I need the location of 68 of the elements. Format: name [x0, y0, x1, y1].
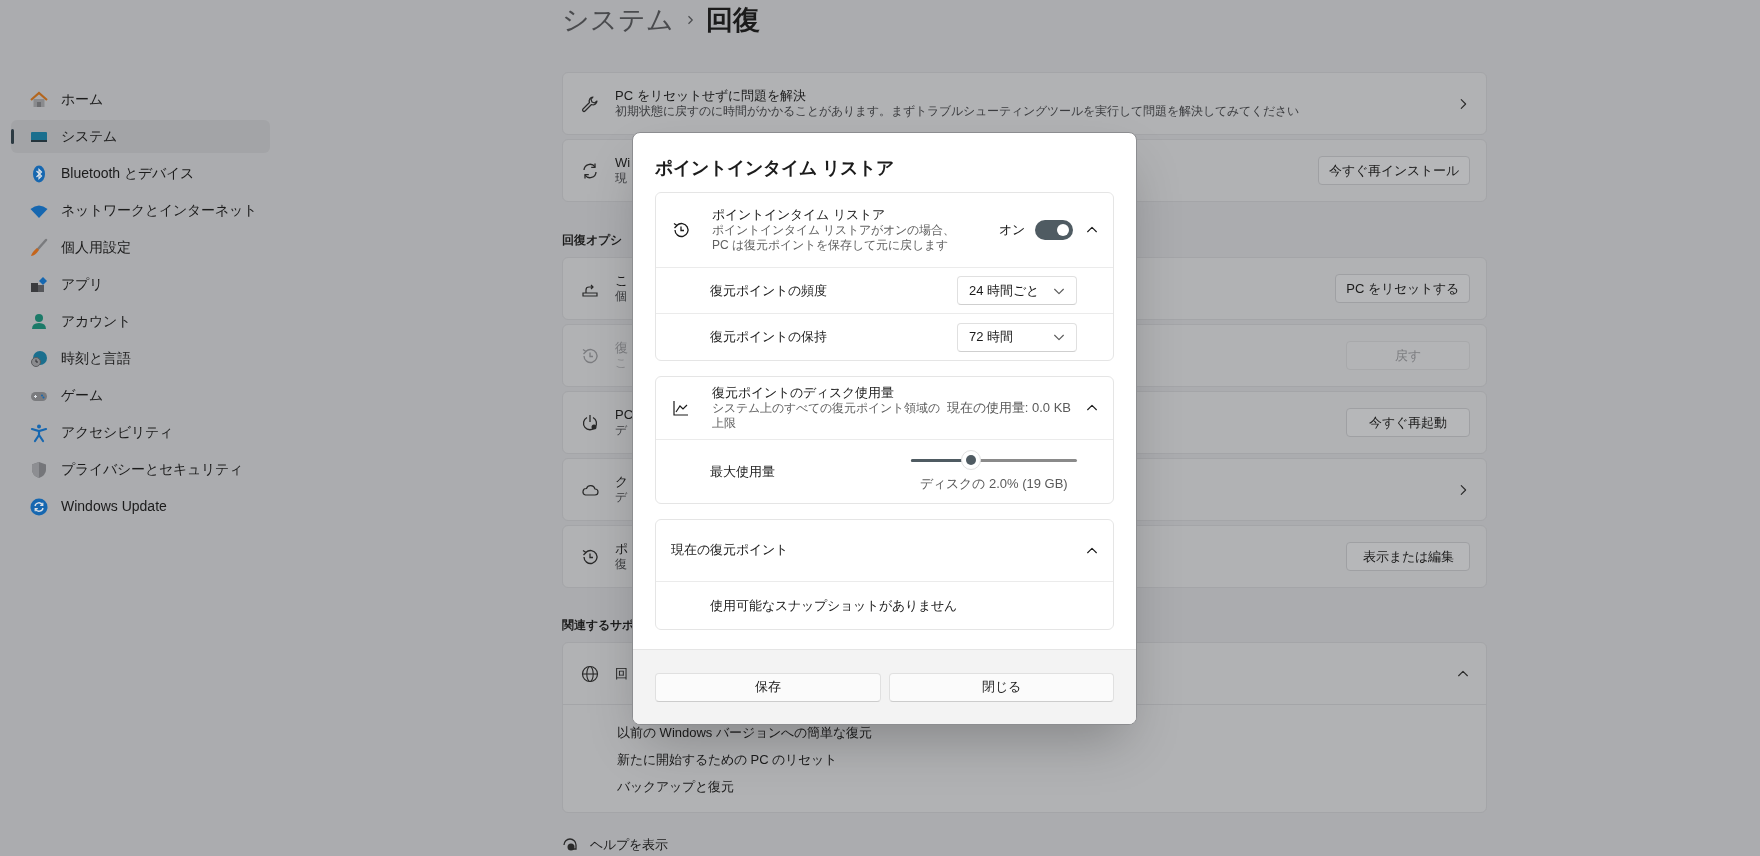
help-link[interactable]: ヘルプを表示: [590, 835, 668, 855]
person-icon: [29, 311, 49, 332]
card-description: 現: [615, 171, 627, 187]
setting-label: 最大使用量: [710, 462, 776, 481]
sidebar-item[interactable]: 個人用設定: [11, 231, 270, 264]
sidebar-item[interactable]: アクセシビリティ: [11, 416, 270, 449]
toggle-state-label: オン: [999, 221, 1025, 240]
slider-caption: ディスクの 2.0% (19 GB): [920, 474, 1068, 493]
empty-message: 使用可能なスナップショットがありません: [710, 596, 957, 615]
sidebar-item[interactable]: アプリ: [11, 268, 270, 301]
card-title: こ: [615, 272, 628, 290]
section-heading: 回復オプシ: [562, 232, 622, 248]
line-chart-icon: [671, 398, 691, 418]
action-button[interactable]: 今すぐ再インストール: [1318, 156, 1470, 185]
expander-description: システム上のすべての復元ポイント領域の上限: [712, 401, 941, 432]
globe-clock-icon: [29, 348, 49, 369]
sidebar-item[interactable]: プライバシーとセキュリティ: [11, 453, 270, 486]
card-title: ク: [615, 473, 628, 491]
card-description: デ: [615, 423, 627, 439]
card-description: 初期状態に戻すのに時間がかかることがあります。まずトラブルシューティングツールを実行して問題を解決してみてください: [615, 104, 1299, 120]
sidebar-item[interactable]: Windows Update: [11, 490, 270, 523]
sidebar-item[interactable]: システム: [11, 120, 270, 153]
action-button[interactable]: PC をリセットする: [1335, 274, 1470, 303]
support-link[interactable]: 新たに開始するための PC のリセット: [617, 746, 838, 773]
sidebar-item[interactable]: ゲーム: [11, 379, 270, 412]
setting-label: 復元ポイントの頻度: [710, 281, 828, 300]
sidebar-item[interactable]: ネットワークとインターネット: [11, 194, 270, 227]
settings-card[interactable]: PC をリセットせずに問題を解決 初期状態に戻すのに時間がかかることがあります。まずトラブルシューティングツールを実行して問題を解決してみてください: [562, 72, 1487, 135]
support-link[interactable]: バックアップと復元: [617, 773, 734, 800]
brush-icon: [29, 237, 49, 258]
card-description: 復: [615, 557, 627, 573]
slider[interactable]: [911, 449, 1077, 470]
sidebar-item[interactable]: ホーム: [11, 83, 270, 116]
breadcrumb-parent[interactable]: システム: [562, 6, 674, 34]
page-title: 回復: [706, 6, 760, 34]
history-icon: [671, 220, 691, 240]
globe-icon: [580, 663, 600, 684]
sync-icon: [29, 496, 49, 517]
dialog-button[interactable]: 閉じる: [888, 672, 1114, 702]
shield-icon: [29, 459, 49, 480]
dialog-title: ポイントインタイム リストア: [655, 157, 895, 180]
expander-title: ポイントインタイム リストア: [712, 206, 885, 224]
card-title: Wi: [615, 154, 631, 172]
sidebar-item[interactable]: Bluetooth とデバイス: [11, 157, 270, 190]
dropdown[interactable]: 24 時間ごと: [957, 276, 1077, 305]
apps-icon: [29, 274, 49, 295]
card-description: 個: [615, 289, 627, 305]
action-button[interactable]: 表示または編集: [1346, 542, 1470, 571]
expander-title: 復元ポイントのディスク使用量: [712, 384, 894, 402]
toggle-switch[interactable]: [1035, 220, 1073, 240]
accessibility-icon: [29, 422, 49, 443]
card-title: PC: [615, 406, 634, 424]
home-icon: [29, 89, 49, 110]
card-title: PC をリセットせずに問題を解決: [615, 87, 806, 105]
action-button[interactable]: 今すぐ再起動: [1346, 408, 1470, 437]
card-title: 回: [615, 664, 628, 683]
expander-title: 現在の復元ポイント: [671, 542, 788, 559]
wrench-icon: [580, 93, 600, 114]
setting-label: 復元ポイントの保持: [710, 328, 828, 347]
card-title: ポ: [615, 540, 628, 558]
card-description: デ: [615, 490, 627, 506]
dialog-button[interactable]: 保存: [655, 672, 881, 702]
sidebar-item[interactable]: 時刻と言語: [11, 342, 270, 375]
power-icon: [580, 412, 600, 433]
sidebar-item[interactable]: アカウント: [11, 305, 270, 338]
usage-reading: 現在の使用量: 0.0 KB: [946, 399, 1071, 418]
dropdown[interactable]: 72 時間: [957, 322, 1077, 352]
expander-description: ポイントインタイム リストアがオンの場合、PC は復元ポイントを保存して元に戻します: [712, 223, 957, 254]
